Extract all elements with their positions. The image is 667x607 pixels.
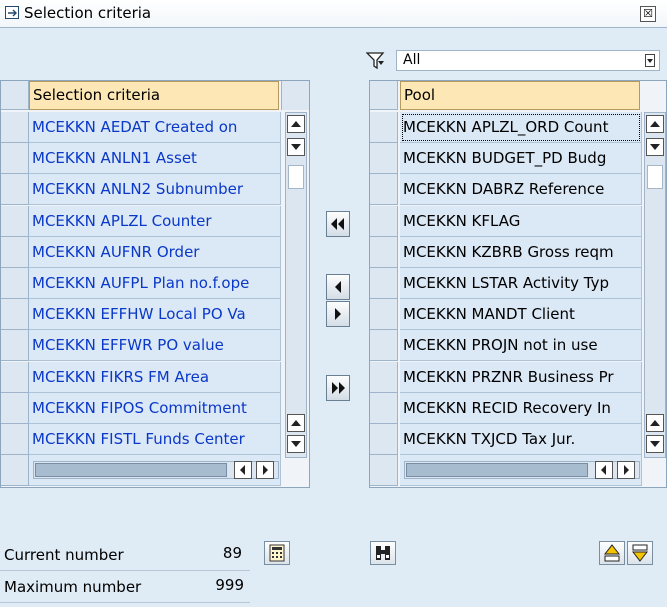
pool-row-cell[interactable]: MCEKKN BUDGET_PD Budg <box>400 143 642 175</box>
pool-row-selector[interactable] <box>370 205 398 237</box>
scroll-thumb[interactable] <box>647 165 663 189</box>
maximum-number-label: Maximum number <box>4 578 142 596</box>
select-all-rows-button[interactable] <box>1 81 29 110</box>
scroll-page-down-icon[interactable] <box>646 435 664 453</box>
sort-ascending-button[interactable] <box>599 541 625 565</box>
pool-row-selector[interactable] <box>370 268 398 299</box>
scroll-up-icon[interactable] <box>287 115 305 133</box>
selection-criteria-row-selector[interactable] <box>1 361 29 393</box>
pool-row-selector[interactable] <box>370 330 398 362</box>
pool-row-cell[interactable]: MCEKKN DABRZ Reference <box>400 174 642 206</box>
maximum-number-value: 999 <box>215 576 244 594</box>
sort-ascending-icon <box>603 544 621 562</box>
pool-row-selector[interactable] <box>370 236 398 268</box>
selection-criteria-row-cell[interactable]: MCEKKN AUFNR Order <box>29 236 281 268</box>
pool-row-cell[interactable]: MCEKKN PRZNR Business Pr <box>400 361 642 393</box>
pool-row-cell[interactable]: MCEKKN PROJN not in use <box>400 330 642 362</box>
selection-criteria-row-cell[interactable]: MCEKKN FISTL Funds Center <box>29 424 281 455</box>
pool-row-selector[interactable] <box>370 392 398 424</box>
column-header-pool[interactable]: Pool <box>400 81 640 110</box>
selection-criteria-row-selector[interactable] <box>1 112 29 143</box>
calculate-button[interactable] <box>264 541 290 565</box>
pool-row-cell[interactable]: MCEKKN APLZL_ORD Count <box>400 112 642 143</box>
horizontal-scroll-thumb[interactable] <box>35 463 227 477</box>
scroll-down-icon[interactable] <box>287 138 305 156</box>
scroll-left-icon[interactable] <box>234 461 252 479</box>
selection-criteria-row-cell[interactable]: MCEKKN AEDAT Created on <box>29 112 281 143</box>
right-vertical-scrollbar[interactable] <box>644 112 666 458</box>
select-all-pool-rows-button[interactable] <box>370 81 398 110</box>
pool-row-cell[interactable]: MCEKKN KFLAG <box>400 205 642 237</box>
selection-criteria-row-cell[interactable]: MCEKKN EFFWR PO value <box>29 330 281 362</box>
scroll-page-down-icon[interactable] <box>287 435 305 453</box>
selection-criteria-row-selector[interactable] <box>1 268 29 299</box>
scroll-right-icon[interactable] <box>256 461 274 479</box>
filter-select[interactable]: All <box>396 50 660 71</box>
column-header-selection-criteria[interactable]: Selection criteria <box>29 81 279 110</box>
scroll-right-icon[interactable] <box>617 461 635 479</box>
selection-criteria-row-cell[interactable]: MCEKKN ANLN1 Asset <box>29 143 281 175</box>
selection-criteria-row-selector[interactable] <box>1 392 29 424</box>
pool-row-cell[interactable]: MCEKKN MANDT Client <box>400 299 642 331</box>
sort-descending-icon <box>631 544 649 562</box>
selection-criteria-row-selector[interactable] <box>1 455 29 487</box>
selection-criteria-row-cell[interactable]: MCEKKN FIPOS Commitment <box>29 392 281 424</box>
selection-criteria-row-cell[interactable]: MCEKKN EFFHW Local PO Va <box>29 299 281 331</box>
selection-criteria-row-selector[interactable] <box>1 205 29 237</box>
horizontal-scroll-thumb[interactable] <box>406 463 588 477</box>
selection-criteria-row-selector[interactable] <box>1 330 29 362</box>
pool-row-selector[interactable] <box>370 174 398 206</box>
binoculars-icon <box>376 546 390 560</box>
dropdown-icon[interactable] <box>645 54 655 67</box>
filter-icon[interactable] <box>366 52 386 70</box>
scroll-down-icon[interactable] <box>646 138 664 156</box>
scroll-left-icon[interactable] <box>595 461 613 479</box>
title-bar: Selection criteria ☒ <box>0 0 667 28</box>
calculator-icon <box>269 544 285 562</box>
column-settings-button[interactable] <box>281 81 309 110</box>
right-horizontal-scrollbar[interactable] <box>404 461 640 479</box>
pool-row-cell[interactable]: MCEKKN KZBRB Gross reqm <box>400 236 642 268</box>
selection-criteria-row-cell[interactable]: MCEKKN ANLN2 Subnumber <box>29 174 281 206</box>
close-icon[interactable]: ☒ <box>640 6 656 22</box>
window-title: Selection criteria <box>24 4 152 22</box>
pool-row-cell[interactable]: MCEKKN TXJCD Tax Jur. <box>400 424 642 455</box>
divider <box>0 570 250 571</box>
pool-row-selector[interactable] <box>370 299 398 331</box>
find-button[interactable] <box>370 541 396 565</box>
divider <box>0 602 250 603</box>
left-horizontal-scrollbar[interactable] <box>33 461 279 479</box>
move-all-to-right-button[interactable] <box>326 375 350 401</box>
selection-criteria-row-selector[interactable] <box>1 299 29 331</box>
pool-row-cell[interactable]: MCEKKN LSTAR Activity Typ <box>400 268 642 299</box>
window-icon <box>5 6 19 19</box>
selection-criteria-row-cell[interactable]: MCEKKN FIKRS FM Area <box>29 361 281 393</box>
scroll-page-up-icon[interactable] <box>287 414 305 432</box>
move-left-button[interactable] <box>326 274 350 300</box>
current-number-label: Current number <box>4 546 124 564</box>
pool-row-selector[interactable] <box>370 424 398 455</box>
selection-criteria-row-cell[interactable]: MCEKKN AUFPL Plan no.f.ope <box>29 268 281 299</box>
selection-criteria-table: Selection criteria MCEKKN AEDAT Created … <box>0 80 310 488</box>
pool-table: Pool MCEKKN APLZL_ORD Count MCEKKN BUDGET… <box>369 80 667 488</box>
pool-row-selector[interactable] <box>370 143 398 175</box>
current-number-value: 89 <box>222 544 242 562</box>
move-right-button[interactable] <box>326 301 350 327</box>
scroll-thumb[interactable] <box>288 165 304 189</box>
selection-criteria-row-cell[interactable]: MCEKKN APLZL Counter <box>29 205 281 237</box>
pool-row-cell[interactable]: MCEKKN RECID Recovery In <box>400 392 642 424</box>
filter-select-value: All <box>403 52 421 68</box>
selection-criteria-row-selector[interactable] <box>1 174 29 206</box>
selection-criteria-row-selector[interactable] <box>1 143 29 175</box>
scroll-page-up-icon[interactable] <box>646 414 664 432</box>
move-all-to-left-button[interactable] <box>326 211 350 237</box>
scroll-up-icon[interactable] <box>646 115 664 133</box>
pool-row-selector[interactable] <box>370 361 398 393</box>
selection-criteria-row-selector[interactable] <box>1 424 29 455</box>
selection-criteria-row-selector[interactable] <box>1 236 29 268</box>
left-vertical-scrollbar[interactable] <box>285 112 307 458</box>
pool-row-selector[interactable] <box>370 455 398 487</box>
sort-descending-button[interactable] <box>627 541 653 565</box>
pool-row-selector[interactable] <box>370 112 398 143</box>
